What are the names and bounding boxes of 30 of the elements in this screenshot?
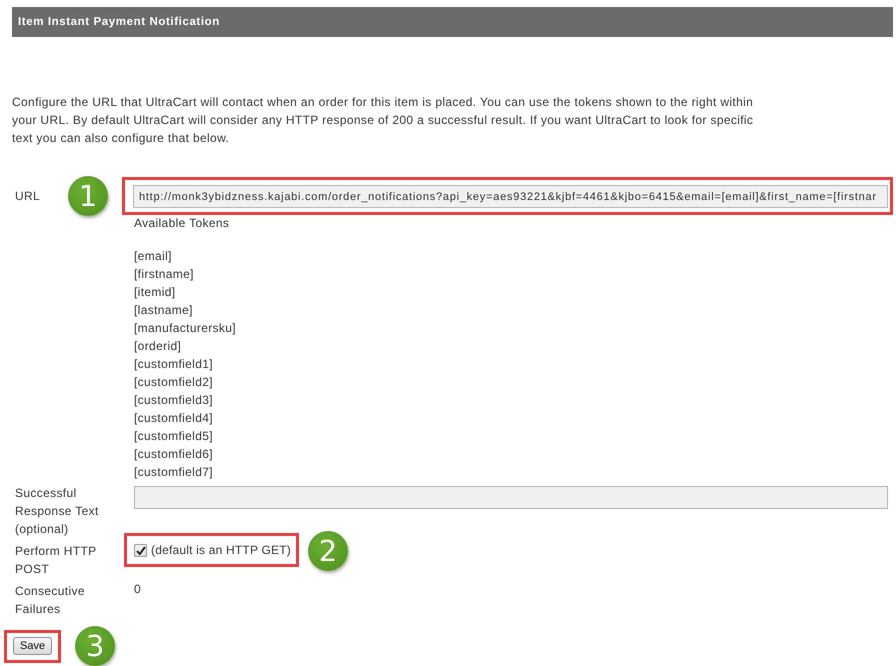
token-item: [firstname] <box>134 266 194 283</box>
token-item: [lastname] <box>134 302 193 319</box>
token-item: [customfield7] <box>134 464 213 481</box>
response-text-field[interactable] <box>134 486 888 509</box>
token-item: [customfield6] <box>134 446 213 463</box>
token-item: [orderid] <box>134 338 182 355</box>
token-item: [customfield4] <box>134 410 213 427</box>
response-text-label: Successful Response Text (optional) <box>15 485 99 538</box>
url-label: URL <box>15 188 40 205</box>
failures-label: Consecutive Failures <box>15 583 86 618</box>
callout-number: 1 <box>68 176 108 216</box>
tokens-heading: Available Tokens <box>134 216 230 230</box>
callout-number: 3 <box>75 626 116 666</box>
token-item: [email] <box>134 248 172 265</box>
checkmark-icon <box>136 546 146 554</box>
token-item: [itemid] <box>134 284 176 301</box>
callout-number: 2 <box>308 531 348 571</box>
token-item: [customfield1] <box>134 356 213 373</box>
http-post-label: Perform HTTP POST <box>15 543 98 578</box>
save-button[interactable]: Save <box>13 636 52 654</box>
failures-value: 0 <box>134 582 142 596</box>
intro-paragraph: Configure the URL that UltraCart will contact when an order for this item is placed. You can use the tokens shown to the right within your URL. By default UltraCart will consider any HTTP response of 200 a successful result. If you want UltraCart to look for specific text you can also configure that below. <box>12 94 754 147</box>
token-item: [customfield2] <box>134 374 213 391</box>
checkbox-label: (default is an HTTP GET) <box>151 543 291 557</box>
section-header: Item Instant Payment Notification <box>12 7 893 37</box>
url-field[interactable]: http://monk3ybidzness.kajabi.com/order_notifications?api_key=aes93221&kjbf=4461&kjbo=6415&email=[email]&first_name=[firstnar <box>133 185 888 208</box>
token-item: [customfield5] <box>134 428 213 445</box>
token-item: [customfield3] <box>134 392 213 409</box>
checkbox[interactable] <box>134 544 147 556</box>
token-item: [manufacturersku] <box>134 320 236 337</box>
